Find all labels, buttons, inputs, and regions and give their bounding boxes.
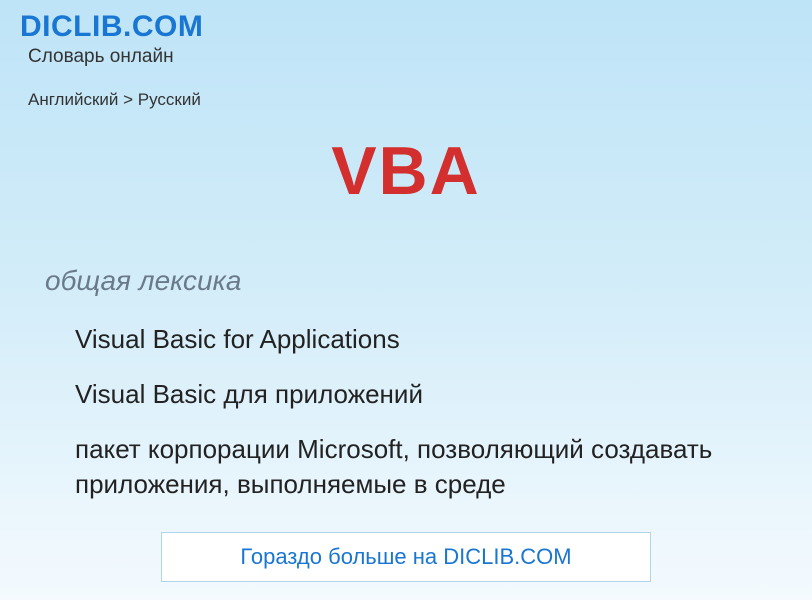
entry-title: VBA (0, 132, 812, 210)
definition-item: Visual Basic for Applications (75, 322, 792, 357)
definition-item: Visual Basic для приложений (75, 377, 792, 412)
site-logo[interactable]: DICLIB.COM (20, 10, 812, 44)
site-tagline: Словарь онлайн (28, 46, 812, 68)
definition-item: пакет корпорации Microsoft, позволяющий … (75, 432, 792, 502)
more-banner[interactable]: Гораздо больше на DICLIB.COM (161, 532, 651, 582)
more-banner-text: Гораздо больше на DICLIB.COM (240, 544, 571, 570)
breadcrumb[interactable]: Английский > Русский (28, 90, 812, 110)
entry-category: общая лексика (45, 265, 792, 297)
entry-content: общая лексика Visual Basic for Applicati… (0, 265, 812, 502)
header: DICLIB.COM Словарь онлайн Английский > Р… (0, 0, 812, 110)
